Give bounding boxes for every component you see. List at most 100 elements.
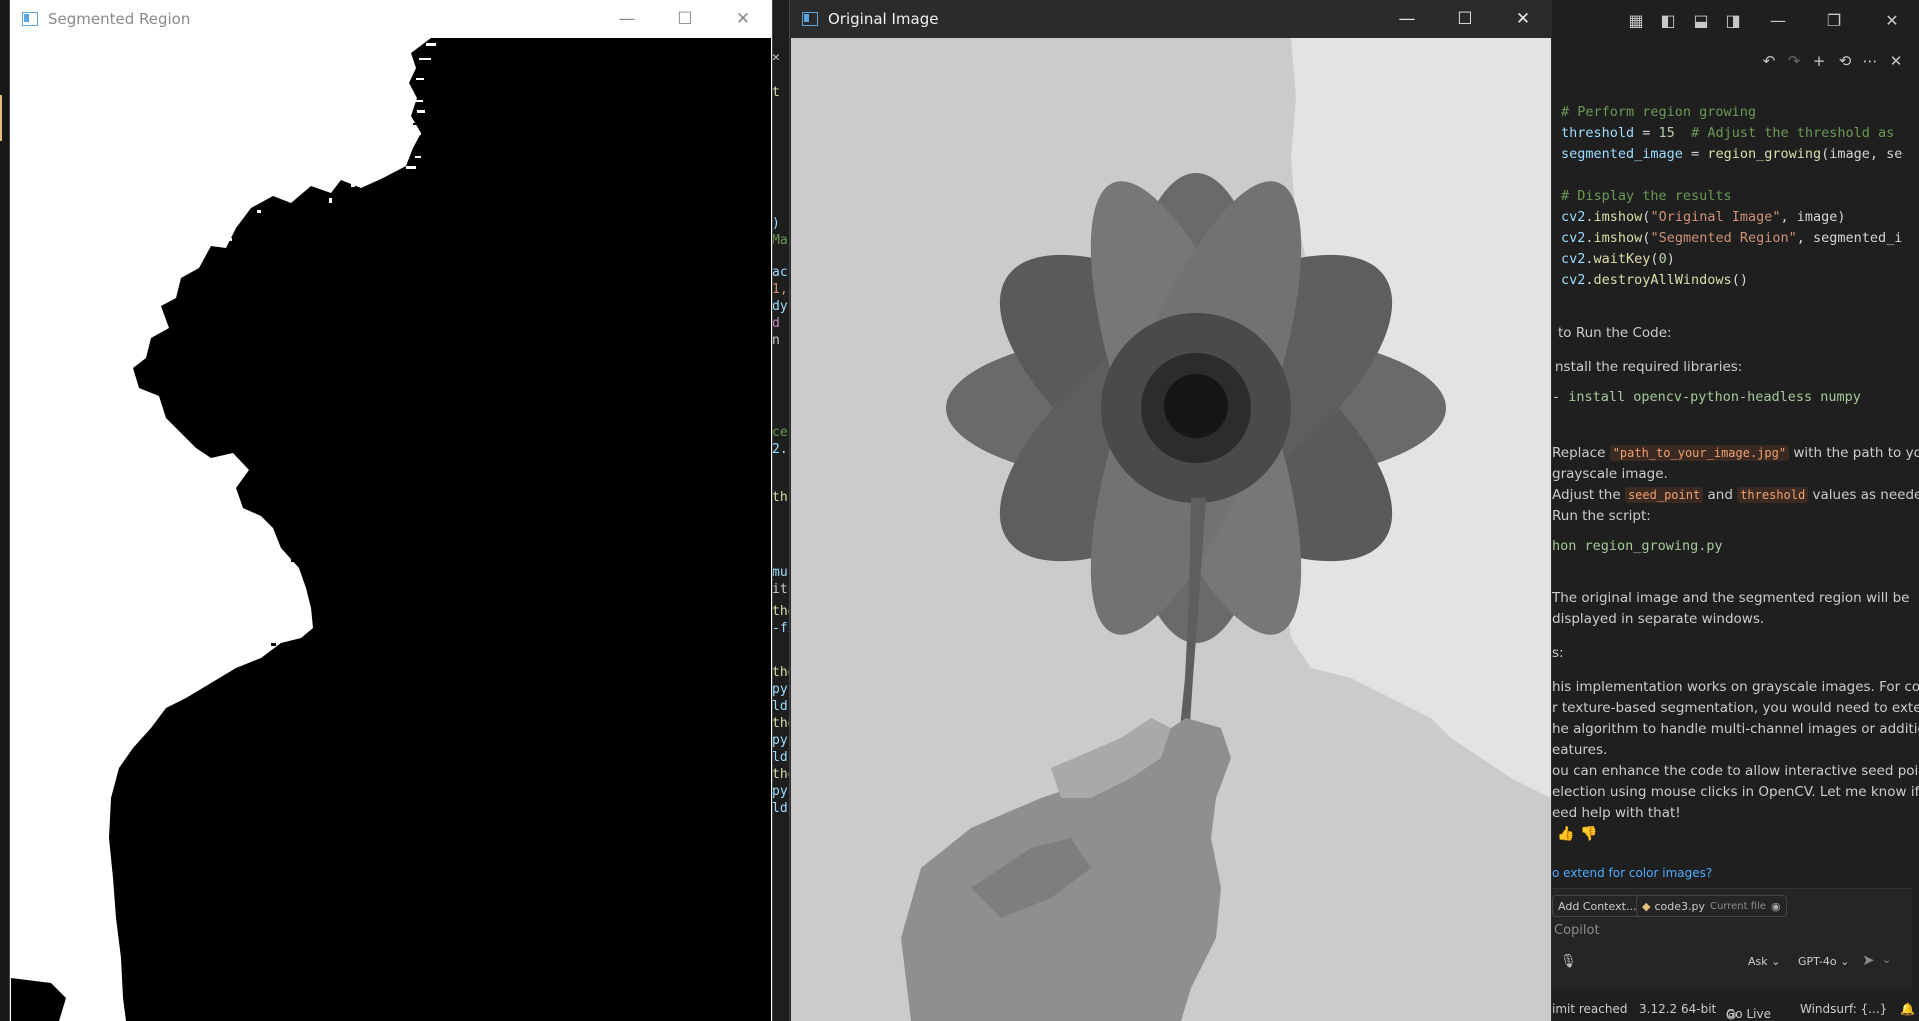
minimize-button[interactable]: — (1378, 0, 1436, 38)
instruction-text: grayscale image. (1552, 466, 1668, 482)
add-context-button[interactable]: Add Context... (1552, 895, 1643, 917)
background-code-fragment: mu (772, 565, 788, 580)
background-code-fragment: 1, (772, 282, 788, 297)
background-code-fragment: py: (772, 682, 790, 697)
note-text: election using mouse clicks in OpenCV. L… (1552, 784, 1919, 800)
eye-icon[interactable]: ◉ (1771, 900, 1781, 913)
background-code-fragment: tho (772, 716, 790, 731)
opencv-app-icon (22, 12, 38, 26)
maximize-button[interactable]: ☐ (656, 0, 714, 38)
code-line: # Display the results (1561, 188, 1732, 204)
history-icon[interactable]: ⟲ (1836, 52, 1854, 70)
note-text: eed help with that! (1552, 805, 1681, 821)
segmented-image-canvas[interactable] (11, 38, 771, 1021)
new-chat-icon[interactable]: + (1810, 52, 1828, 70)
background-editor-left-edge (0, 0, 10, 1021)
background-code-fragment: t (772, 85, 780, 100)
file-context-chip[interactable]: ◆ code3.py Current file ◉ (1636, 895, 1787, 917)
status-python-version[interactable]: 3.12.2 64-bit (1639, 1002, 1716, 1016)
window-titlebar[interactable]: Segmented Region — ☐ ✕ (10, 0, 772, 38)
send-icon[interactable]: ➤ (1862, 951, 1875, 969)
status-windsurf[interactable]: Windsurf: {...} (1800, 1002, 1887, 1016)
background-code-fragment: it (772, 582, 788, 597)
background-editor-code-strip: ✕ t) Ma ac 1, dy dn ce 2. th mu it tho -fi tho py: ld: th… (772, 0, 790, 1021)
window-titlebar[interactable]: Original Image — ☐ ✕ (790, 0, 1552, 38)
microphone-icon[interactable]: 🎙 (1560, 954, 1577, 969)
run-command[interactable]: hon region_growing.py (1552, 538, 1723, 554)
code-line: segmented_image = region_growing(image, … (1561, 146, 1903, 162)
close-button[interactable]: ✕ (1494, 0, 1552, 38)
vscode-title-controls: ▦ ◧ ⬓ ◨ — ❐ ✕ (1552, 0, 1919, 42)
background-code-fragment: tho (772, 604, 790, 619)
instruction-text: Replace "path_to_your_image.jpg" with th… (1552, 445, 1919, 461)
note-text: ou can enhance the code to allow interac… (1552, 763, 1919, 779)
inline-code: threshold (1737, 487, 1809, 503)
segmented-region-window[interactable]: Segmented Region — ☐ ✕ (10, 0, 772, 1021)
opencv-app-icon (802, 12, 818, 26)
toggle-panel-icon[interactable]: ⬓ (1692, 11, 1710, 30)
code-line: threshold = 15 # Adjust the threshold as (1561, 125, 1895, 141)
background-code-fragment: th (772, 490, 788, 505)
minimize-button[interactable]: — (598, 0, 656, 38)
chat-input-field[interactable]: Copilot (1554, 923, 1600, 938)
inline-code: "path_to_your_image.jpg" (1609, 445, 1790, 461)
background-code-fragment: ld: (772, 699, 790, 714)
code-line: # Perform region growing (1561, 104, 1757, 120)
note-text: his implementation works on grayscale im… (1552, 679, 1919, 695)
model-dropdown[interactable]: GPT-4o ⌄ (1798, 955, 1849, 968)
close-panel-icon[interactable]: ✕ (1887, 52, 1905, 70)
followup-suggestion-link[interactable]: o extend for color images? (1552, 866, 1712, 880)
thumbs-up-icon[interactable]: 👍 (1557, 826, 1574, 842)
background-code-fragment: py: (772, 784, 790, 799)
background-code-fragment: ld: (772, 801, 790, 816)
background-code-fragment: py: (772, 733, 790, 748)
background-code-fragment: tho (772, 665, 790, 680)
copilot-chat-panel[interactable]: ▦ ◧ ⬓ ◨ — ❐ ✕ ↶ ↷ + ⟲ ⋯ ✕ # Perform regi… (1552, 0, 1919, 1021)
background-code-fragment: ) (772, 216, 780, 231)
background-code-fragment: ac (772, 265, 788, 280)
maximize-button[interactable]: ☐ (1436, 0, 1494, 38)
status-bar: imit reached 3.12.2 64-bit ◎ Go Live Win… (1552, 997, 1919, 1021)
close-button[interactable]: ✕ (714, 0, 772, 38)
vscode-minimize-icon[interactable]: — (1769, 11, 1787, 30)
note-text: he algorithm to handle multi-channel ima… (1552, 721, 1919, 737)
redo-icon[interactable]: ↷ (1785, 52, 1803, 70)
copilot-toolbar: ↶ ↷ + ⟲ ⋯ ✕ (1552, 44, 1919, 78)
instruction-text: nstall the required libraries: (1555, 359, 1743, 375)
vscode-restore-icon[interactable]: ❐ (1825, 11, 1843, 30)
result-text: displayed in separate windows. (1552, 611, 1765, 627)
notifications-bell-icon[interactable]: 🔔 (1900, 1002, 1915, 1016)
notes-heading: s: (1552, 645, 1564, 661)
status-limit-reached[interactable]: imit reached (1552, 1002, 1628, 1016)
background-code-fragment: n (772, 333, 780, 348)
inline-code: seed_point (1624, 487, 1704, 503)
background-code-fragment: ✕ (772, 50, 780, 65)
undo-icon[interactable]: ↶ (1760, 52, 1778, 70)
original-image-window[interactable]: Original Image — ☐ ✕ (790, 0, 1552, 1021)
note-text: eatures. (1552, 742, 1608, 758)
background-code-fragment: -fi (772, 621, 790, 636)
send-options-chevron-icon[interactable]: ⌄ (1882, 953, 1891, 966)
background-code-fragment: dy (772, 299, 788, 314)
code-line: cv2.destroyAllWindows() (1561, 272, 1748, 288)
instruction-text: Adjust the seed_point and threshold valu… (1552, 487, 1919, 503)
window-title: Original Image (828, 10, 939, 28)
instruction-text: Run the script: (1552, 508, 1651, 524)
note-text: r texture-based segmentation, you would … (1552, 700, 1919, 716)
background-code-fragment: d (772, 316, 780, 331)
vscode-close-icon[interactable]: ✕ (1883, 11, 1901, 30)
thumbs-down-icon[interactable]: 👎 (1580, 826, 1597, 842)
chat-input-box[interactable]: Add Context... ◆ code3.py Current file ◉ … (1552, 888, 1912, 989)
customize-layout-icon[interactable]: ▦ (1627, 11, 1645, 30)
toggle-primary-sidebar-icon[interactable]: ◧ (1659, 11, 1677, 30)
code-line: cv2.waitKey(0) (1561, 251, 1675, 267)
background-code-fragment: ce (772, 425, 788, 440)
section-heading: to Run the Code: (1558, 325, 1672, 341)
install-command[interactable]: - install opencv-python-headless numpy (1552, 389, 1861, 405)
toggle-secondary-sidebar-icon[interactable]: ◨ (1724, 11, 1742, 30)
code-line: cv2.imshow("Segmented Region", segmented… (1561, 230, 1903, 246)
original-image-canvas[interactable] (791, 38, 1551, 1021)
mode-dropdown[interactable]: Ask ⌄ (1748, 955, 1780, 968)
more-actions-icon[interactable]: ⋯ (1861, 52, 1879, 70)
background-code-fragment: 2. (772, 442, 788, 457)
